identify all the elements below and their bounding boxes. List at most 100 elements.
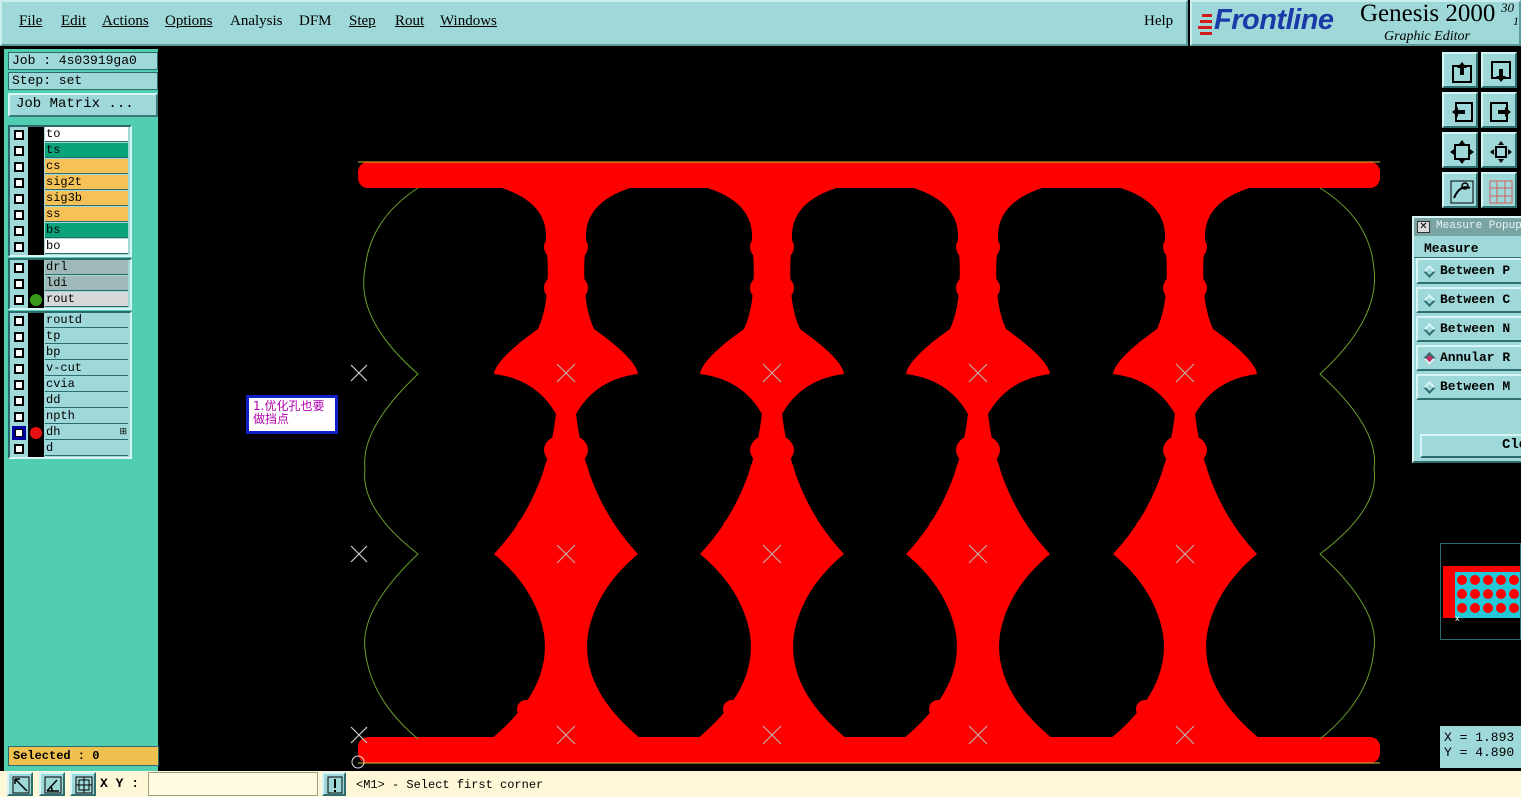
layer-checkbox[interactable] <box>14 178 24 188</box>
layer-row-npth[interactable]: npth <box>10 409 130 425</box>
measure-popup-titlebar[interactable]: ✕ Measure Popup <box>1414 218 1521 236</box>
layer-name[interactable]: dh ⊞ <box>45 425 128 440</box>
layer-name[interactable]: to <box>45 127 128 142</box>
layer-row-tp[interactable]: tp <box>10 329 130 345</box>
layer-display-slot[interactable] <box>28 159 44 175</box>
layer-checkbox[interactable] <box>14 295 24 305</box>
layer-display-slot[interactable] <box>28 276 44 292</box>
layer-display-slot[interactable] <box>28 377 44 393</box>
menu-step[interactable]: Step <box>349 13 376 30</box>
layer-checkbox[interactable] <box>14 130 24 140</box>
layer-name[interactable]: ldi <box>45 276 128 291</box>
pan-down-button[interactable] <box>1481 52 1517 88</box>
layer-name[interactable]: sig3b <box>45 191 128 206</box>
layer-checkbox[interactable] <box>14 316 24 326</box>
menu-help[interactable]: Help <box>1144 13 1173 30</box>
layer-name[interactable]: v-cut <box>45 361 128 376</box>
layer-name[interactable]: ts <box>45 143 128 158</box>
snap-button[interactable] <box>1442 172 1478 208</box>
layer-checkbox[interactable] <box>14 162 24 172</box>
layer-display-slot[interactable] <box>28 260 44 276</box>
layer-display-slot[interactable] <box>28 361 44 377</box>
layer-row-v-cut[interactable]: v-cut <box>10 361 130 377</box>
layer-display-slot[interactable] <box>28 441 44 457</box>
measure-option-between-midpoints[interactable]: Between M <box>1416 374 1521 400</box>
layer-name[interactable]: tp <box>45 329 128 344</box>
layer-display-slot[interactable] <box>28 143 44 159</box>
measure-close-button[interactable]: Close <box>1420 434 1521 458</box>
layer-display-slot[interactable] <box>28 313 44 329</box>
layer-display-slot[interactable] <box>28 409 44 425</box>
layer-checkbox[interactable] <box>14 146 24 156</box>
job-matrix-button[interactable]: Job Matrix ... <box>8 93 158 117</box>
layer-checkbox[interactable] <box>14 263 24 273</box>
layer-display-slot[interactable] <box>28 393 44 409</box>
layer-row-drl[interactable]: drl <box>10 260 130 276</box>
layer-display-slot[interactable] <box>28 191 44 207</box>
layer-row-ss[interactable]: ss <box>10 207 130 223</box>
angle-tool-button[interactable] <box>39 772 65 796</box>
graphic-canvas[interactable]: 1.优化孔也要做挡点 <box>160 49 1438 770</box>
layer-display-slot[interactable] <box>28 175 44 191</box>
layer-name[interactable]: bs <box>45 223 128 238</box>
pan-right-button[interactable] <box>1481 92 1517 128</box>
menu-file[interactable]: File <box>19 13 42 30</box>
layer-checkbox[interactable] <box>14 210 24 220</box>
layer-name[interactable]: rout <box>45 292 128 307</box>
layer-checkbox[interactable] <box>14 242 24 252</box>
layer-name[interactable]: sig2t <box>45 175 128 190</box>
layer-checkbox[interactable] <box>14 194 24 204</box>
layer-row-dd[interactable]: dd <box>10 393 130 409</box>
layer-display-slot[interactable] <box>28 292 44 308</box>
layer-row-sig3b[interactable]: sig3b <box>10 191 130 207</box>
overview-map[interactable]: x <box>1440 543 1521 640</box>
menu-actions[interactable]: Actions <box>102 13 149 30</box>
menu-rout[interactable]: Rout <box>395 13 424 30</box>
layer-display-slot[interactable] <box>28 329 44 345</box>
window-close-icon[interactable]: ✕ <box>1417 221 1430 233</box>
layer-checkbox[interactable] <box>14 412 24 422</box>
menu-windows[interactable]: Windows <box>440 13 497 30</box>
layer-name[interactable]: routd <box>45 313 128 328</box>
layer-row-sig2t[interactable]: sig2t <box>10 175 130 191</box>
layer-checkbox[interactable] <box>14 279 24 289</box>
measure-tool-button[interactable] <box>7 772 33 796</box>
layer-checkbox[interactable] <box>14 380 24 390</box>
layer-row-cs[interactable]: cs <box>10 159 130 175</box>
measure-option-between-centers[interactable]: Between C <box>1416 287 1521 313</box>
layer-checkbox[interactable] <box>14 226 24 236</box>
layer-checkbox[interactable] <box>14 364 24 374</box>
layer-display-slot[interactable] <box>28 223 44 239</box>
layer-row-bo[interactable]: bo <box>10 239 130 255</box>
layer-row-cvia[interactable]: cvia <box>10 377 130 393</box>
layer-checkbox[interactable] <box>14 332 24 342</box>
xy-coordinate-input[interactable] <box>148 772 318 796</box>
layer-display-slot[interactable] <box>28 345 44 361</box>
layer-name[interactable]: cs <box>45 159 128 174</box>
layer-name[interactable]: bp <box>45 345 128 360</box>
layer-row-d[interactable]: d <box>10 441 130 457</box>
layer-name[interactable]: drl <box>45 260 128 275</box>
layer-name[interactable]: ss <box>45 207 128 222</box>
menu-analysis[interactable]: Analysis <box>230 13 283 30</box>
layer-display-slot[interactable] <box>28 425 44 441</box>
layer-name[interactable]: dd <box>45 393 128 408</box>
measure-option-between-nets[interactable]: Between N <box>1416 316 1521 342</box>
layer-row-dh[interactable]: dh ⊞ <box>10 425 130 441</box>
menu-dfm[interactable]: DFM <box>299 13 332 30</box>
layer-row-to[interactable]: to <box>10 127 130 143</box>
exclaim-button[interactable] <box>322 772 346 796</box>
grid-toggle-button[interactable] <box>70 772 96 796</box>
layer-row-rout[interactable]: rout <box>10 292 130 308</box>
pan-left-button[interactable] <box>1442 92 1478 128</box>
zoom-home-button[interactable] <box>1481 132 1517 168</box>
layer-name[interactable]: cvia <box>45 377 128 392</box>
menu-edit[interactable]: Edit <box>61 13 86 30</box>
measure-option-annular-ring[interactable]: Annular R <box>1416 345 1521 371</box>
layer-checkbox[interactable] <box>14 396 24 406</box>
layer-checkbox[interactable] <box>14 444 24 454</box>
layer-name[interactable]: d <box>45 441 128 456</box>
zoom-fit-button[interactable] <box>1442 132 1478 168</box>
grid-button[interactable] <box>1481 172 1517 208</box>
layer-row-routd[interactable]: routd <box>10 313 130 329</box>
